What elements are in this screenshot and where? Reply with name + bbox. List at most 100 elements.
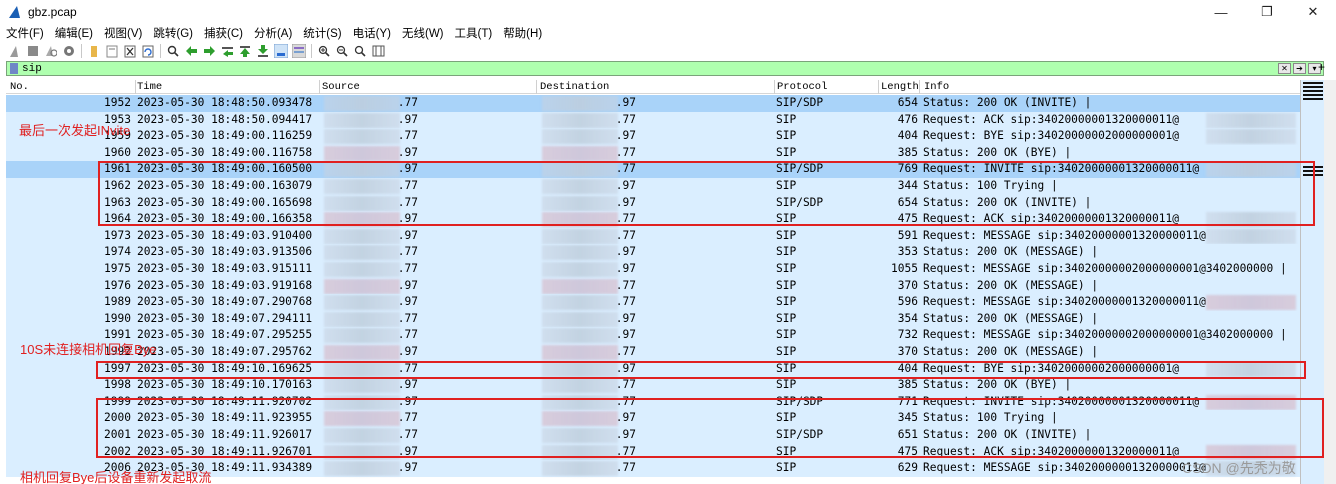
- colorize-icon[interactable]: [292, 44, 306, 58]
- clear-filter-icon[interactable]: ✕: [1278, 63, 1291, 74]
- go-last-icon[interactable]: [256, 44, 270, 58]
- redacted-destination: [542, 278, 618, 294]
- start-capture-icon[interactable]: [8, 44, 22, 58]
- go-to-packet-icon[interactable]: [220, 44, 234, 58]
- capture-options-icon[interactable]: [62, 44, 76, 58]
- save-file-icon[interactable]: [105, 44, 119, 58]
- table-row[interactable]: 1976 2023-05-30 18:49:03.919168.97.77 SIP 3…: [6, 277, 1300, 295]
- table-row[interactable]: 1952 2023-05-30 18:48:50.093478.77.97 SIP/…: [6, 95, 1300, 112]
- table-row[interactable]: 1989 2023-05-30 18:49:07.290768.97.77 SIP 5…: [6, 294, 1300, 311]
- table-row[interactable]: 1953 2023-05-30 18:48:50.094417.97.77 SIP 4…: [6, 111, 1300, 129]
- autoscroll-icon[interactable]: [274, 44, 288, 58]
- redacted-destination: [542, 378, 618, 394]
- cell-time: 2023-05-30 18:49:07.295762: [137, 345, 313, 358]
- cell-length: 370: [897, 345, 918, 358]
- go-first-icon[interactable]: [238, 44, 252, 58]
- column-length[interactable]: Length: [881, 81, 919, 93]
- restart-capture-icon[interactable]: [44, 44, 58, 58]
- table-row[interactable]: 1998 2023-05-30 18:49:10.170163.97.77 SIP 3…: [6, 377, 1300, 394]
- find-packet-icon[interactable]: [166, 44, 180, 58]
- column-source[interactable]: Source: [322, 81, 360, 93]
- apply-filter-icon[interactable]: ➔: [1293, 63, 1306, 74]
- menu-telephony[interactable]: 电话(Y): [353, 25, 391, 41]
- filter-controls: ✕ ➔ ▾: [1276, 63, 1321, 74]
- open-file-icon[interactable]: [87, 44, 101, 58]
- minimap-mark: [1303, 82, 1323, 84]
- menu-edit[interactable]: 编辑(E): [55, 25, 93, 41]
- annotation-text-last-invite: 最后一次发起INvite: [19, 123, 131, 138]
- column-divider: [774, 80, 775, 94]
- cell-protocol: SIP: [776, 311, 797, 325]
- minimize-button[interactable]: —: [1198, 0, 1244, 24]
- table-row[interactable]: 1973 2023-05-30 18:49:03.910400.97.77 SIP 5…: [6, 227, 1300, 245]
- column-protocol[interactable]: Protocol: [777, 81, 827, 93]
- column-divider: [536, 80, 537, 94]
- menu-analyze[interactable]: 分析(A): [254, 25, 292, 41]
- redacted-source: [324, 278, 400, 294]
- table-row[interactable]: 1974 2023-05-30 18:49:03.913506.77.97 SIP 3…: [6, 244, 1300, 261]
- menu-capture[interactable]: 捕获(C): [204, 25, 243, 41]
- maximize-button[interactable]: ❐: [1244, 0, 1290, 24]
- cell-time: 2023-05-30 18:48:50.093478: [137, 96, 313, 109]
- column-destination[interactable]: Destination: [540, 81, 609, 93]
- resize-columns-icon[interactable]: [371, 44, 385, 58]
- redacted-source: [324, 328, 400, 344]
- cell-protocol: SIP: [776, 328, 797, 342]
- cell-protocol: SIP: [776, 112, 797, 126]
- menu-statistics[interactable]: 统计(S): [303, 25, 341, 41]
- close-file-icon[interactable]: [123, 44, 137, 58]
- cell-length: 629: [897, 461, 918, 475]
- go-back-icon[interactable]: [184, 44, 198, 58]
- menu-tools[interactable]: 工具(T): [455, 25, 493, 41]
- window-controls: — ❐ ✕: [1198, 0, 1336, 24]
- zoom-normal-icon[interactable]: [353, 44, 367, 58]
- cell-info: Request: MESSAGE sip:3402000000132000001…: [923, 295, 1206, 309]
- table-row[interactable]: 1960 2023-05-30 18:49:00.116758.97.77 SIP 3…: [6, 144, 1300, 162]
- column-time[interactable]: Time: [137, 81, 162, 93]
- cell-protocol: SIP: [776, 378, 797, 392]
- table-row[interactable]: 1992 2023-05-30 18:49:07.295762.97.77 SIP 3…: [6, 344, 1300, 361]
- add-filter-button-icon[interactable]: +: [1318, 60, 1325, 74]
- table-row[interactable]: 1975 2023-05-30 18:49:03.915111.77.97 SIP 1…: [6, 261, 1300, 278]
- window-title: gbz.pcap: [28, 5, 77, 19]
- cell-no: 1990: [104, 311, 131, 325]
- display-filter-input[interactable]: [22, 62, 1222, 75]
- bookmark-icon[interactable]: [10, 63, 18, 74]
- menu-file[interactable]: 文件(F): [6, 25, 44, 41]
- menu-wireless[interactable]: 无线(W): [402, 25, 444, 41]
- cell-length: 353: [897, 245, 918, 259]
- stop-capture-icon[interactable]: [26, 44, 40, 58]
- toolbar-separator: [160, 44, 161, 58]
- cell-info: Request: BYE sip:34020000002000000001@: [923, 129, 1179, 143]
- menu-view[interactable]: 视图(V): [104, 25, 142, 41]
- redacted-source: [324, 145, 400, 161]
- vertical-scrollbar[interactable]: [1324, 80, 1336, 484]
- close-button[interactable]: ✕: [1290, 0, 1336, 24]
- redacted-source: [324, 228, 400, 244]
- table-row[interactable]: 1990 2023-05-30 18:49:07.294111.77.97 SIP 3…: [6, 310, 1300, 328]
- menu-help[interactable]: 帮助(H): [503, 25, 542, 41]
- redacted-info: [1206, 129, 1296, 145]
- go-forward-icon[interactable]: [202, 44, 216, 58]
- menu-go[interactable]: 跳转(G): [153, 25, 193, 41]
- table-row[interactable]: 1959 2023-05-30 18:49:00.116259.77.97 SIP 4…: [6, 128, 1300, 145]
- cell-protocol: SIP: [776, 278, 797, 292]
- redacted-source: [324, 96, 400, 111]
- cell-protocol: SIP: [776, 245, 797, 259]
- redacted-destination: [542, 129, 618, 145]
- zoom-out-icon[interactable]: [335, 44, 349, 58]
- table-row[interactable]: 1991 2023-05-30 18:49:07.295255.77.97 SIP 7…: [6, 327, 1300, 344]
- redacted-source: [324, 129, 400, 145]
- cell-length: 370: [897, 278, 918, 292]
- zoom-in-icon[interactable]: [317, 44, 331, 58]
- reload-file-icon[interactable]: [141, 44, 155, 58]
- column-info[interactable]: Info: [924, 81, 949, 93]
- toolbar-separator: [311, 44, 312, 58]
- cell-time: 2023-05-30 18:49:07.295255: [137, 328, 313, 342]
- cell-info: Request: MESSAGE sip:3402000000132000001…: [923, 461, 1206, 475]
- cell-info: Request: MESSAGE sip:3402000000200000000…: [923, 328, 1287, 342]
- cell-info: Request: MESSAGE sip:3402000000200000000…: [923, 262, 1287, 275]
- column-no[interactable]: No.: [10, 81, 29, 93]
- cell-info: Status: 200 OK (MESSAGE) |: [923, 345, 1099, 358]
- cell-info: Status: 200 OK (BYE) |: [923, 378, 1072, 392]
